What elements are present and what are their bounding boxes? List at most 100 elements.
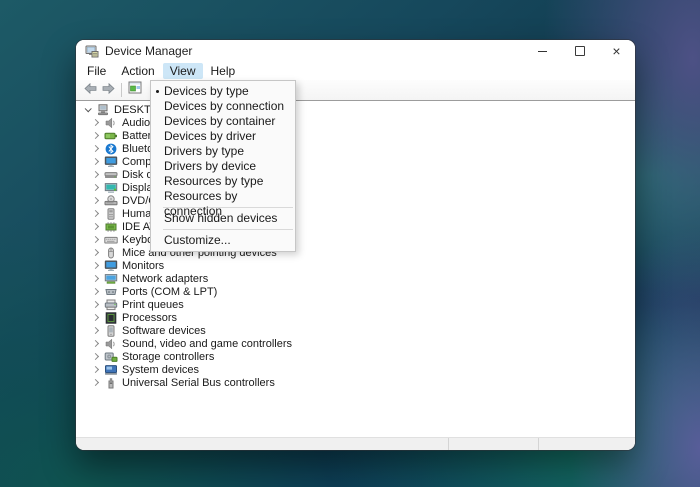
system-icon: [104, 364, 118, 376]
battery-icon: [104, 130, 118, 142]
tree-item-network-adapters[interactable]: Network adapters: [76, 272, 635, 285]
titlebar[interactable]: Device Manager ×: [76, 40, 635, 62]
close-icon: ×: [612, 44, 620, 58]
view-menu-item-resources-by-type[interactable]: Resources by type: [151, 174, 295, 189]
maximize-icon: [575, 46, 585, 56]
computer-icon: [96, 104, 110, 116]
expand-chevron-icon[interactable]: [90, 263, 101, 268]
tree-item-sound-video-and-game-controllers[interactable]: Sound, video and game controllers: [76, 337, 635, 350]
expand-chevron-icon[interactable]: [90, 133, 101, 138]
radio-bullet-icon: [156, 90, 159, 93]
sound-icon: [104, 338, 118, 350]
expand-chevron-icon[interactable]: [90, 172, 101, 177]
statusbar-section: [449, 438, 539, 450]
tree-item-storage-controllers[interactable]: Storage controllers: [76, 350, 635, 363]
ports-icon: [104, 286, 118, 298]
back-button[interactable]: [82, 83, 98, 98]
tree-item-universal-serial-bus-controllers[interactable]: Universal Serial Bus controllers: [76, 376, 635, 389]
software-icon: [104, 325, 118, 337]
tree-item-processors[interactable]: Processors: [76, 311, 635, 324]
menubar-item-action[interactable]: Action: [114, 63, 161, 79]
console-window-icon: [128, 81, 142, 99]
expand-chevron-icon[interactable]: [90, 159, 101, 164]
tree-item-label: Universal Serial Bus controllers: [122, 377, 275, 389]
monitor-icon: [104, 260, 118, 272]
back-arrow-icon: [84, 81, 97, 99]
expand-chevron-icon[interactable]: [90, 341, 101, 346]
menubar-item-file[interactable]: File: [80, 63, 113, 79]
menu-item-label: Devices by container: [164, 114, 275, 128]
view-menu-item-customize[interactable]: Customize...: [151, 233, 295, 248]
tree-item-system-devices[interactable]: System devices: [76, 363, 635, 376]
display-icon: [104, 182, 118, 194]
show-console-tree-button[interactable]: [127, 83, 143, 98]
view-menu-item-devices-by-container[interactable]: Devices by container: [151, 114, 295, 129]
menu-separator: [163, 229, 293, 230]
monitor-icon: [104, 156, 118, 168]
menu-item-label: Devices by driver: [164, 129, 256, 143]
tree-item-label: Monitors: [122, 260, 164, 272]
expand-chevron-icon[interactable]: [90, 120, 101, 125]
device-manager-app-icon: [85, 45, 99, 58]
expand-chevron-icon[interactable]: [90, 328, 101, 333]
expand-chevron-icon[interactable]: [90, 380, 101, 385]
view-menu-item-drivers-by-type[interactable]: Drivers by type: [151, 144, 295, 159]
statusbar-section: [76, 438, 449, 450]
processor-icon: [104, 312, 118, 324]
expand-chevron-icon[interactable]: [90, 146, 101, 151]
maximize-button[interactable]: [561, 40, 598, 62]
device-manager-window: Device Manager × FileActionViewHelp: [76, 40, 635, 450]
menu-item-label: Resources by type: [164, 174, 263, 188]
expand-chevron-icon[interactable]: [90, 289, 101, 294]
expand-chevron-icon[interactable]: [90, 315, 101, 320]
expand-chevron-icon[interactable]: [90, 211, 101, 216]
menu-item-label: Devices by type: [164, 84, 249, 98]
view-menu-item-drivers-by-device[interactable]: Drivers by device: [151, 159, 295, 174]
expand-chevron-icon[interactable]: [90, 224, 101, 229]
statusbar-section: [539, 438, 635, 450]
menu-item-label: Devices by connection: [164, 99, 284, 113]
minimize-button[interactable]: [524, 40, 561, 62]
tree-item-label: Print queues: [122, 299, 184, 311]
forward-button[interactable]: [100, 83, 116, 98]
minimize-icon: [538, 51, 547, 52]
audio-icon: [104, 117, 118, 129]
expand-chevron-icon[interactable]: [90, 367, 101, 372]
storage-icon: [104, 351, 118, 363]
hid-icon: [104, 208, 118, 220]
view-menu: Devices by typeDevices by connectionDevi…: [150, 80, 296, 252]
expand-chevron-icon[interactable]: [90, 276, 101, 281]
dvd-icon: [104, 195, 118, 207]
tree-item-ports-com-lpt[interactable]: Ports (COM & LPT): [76, 285, 635, 298]
forward-arrow-icon: [102, 81, 115, 99]
window-controls: ×: [524, 40, 635, 62]
view-menu-item-devices-by-type[interactable]: Devices by type: [151, 84, 295, 99]
view-menu-item-devices-by-driver[interactable]: Devices by driver: [151, 129, 295, 144]
expand-chevron-icon[interactable]: [90, 198, 101, 203]
tree-item-monitors[interactable]: Monitors: [76, 259, 635, 272]
window-title: Device Manager: [105, 44, 192, 58]
disk-icon: [104, 169, 118, 181]
view-menu-item-show-hidden-devices[interactable]: Show hidden devices: [151, 211, 295, 226]
expand-chevron-icon[interactable]: [90, 185, 101, 190]
view-menu-item-resources-by-connection[interactable]: Resources by connection: [151, 189, 295, 204]
expand-chevron-icon[interactable]: [90, 302, 101, 307]
mouse-icon: [104, 247, 118, 259]
collapse-chevron-icon[interactable]: [82, 107, 93, 112]
tree-item-software-devices[interactable]: Software devices: [76, 324, 635, 337]
expand-chevron-icon[interactable]: [90, 250, 101, 255]
expand-chevron-icon[interactable]: [90, 354, 101, 359]
desktop: { "window": { "title": "Device Manager",…: [0, 0, 700, 487]
statusbar: [76, 437, 635, 450]
tree-item-label: Sound, video and game controllers: [122, 338, 292, 350]
menu-item-label: Drivers by type: [164, 144, 244, 158]
expand-chevron-icon[interactable]: [90, 237, 101, 242]
view-menu-item-devices-by-connection[interactable]: Devices by connection: [151, 99, 295, 114]
close-button[interactable]: ×: [598, 40, 635, 62]
tree-item-label: System devices: [122, 364, 199, 376]
tree-item-print-queues[interactable]: Print queues: [76, 298, 635, 311]
usb-icon: [104, 377, 118, 389]
ide-icon: [104, 221, 118, 233]
menubar-item-view[interactable]: View: [163, 63, 203, 79]
menubar-item-help[interactable]: Help: [204, 63, 243, 79]
